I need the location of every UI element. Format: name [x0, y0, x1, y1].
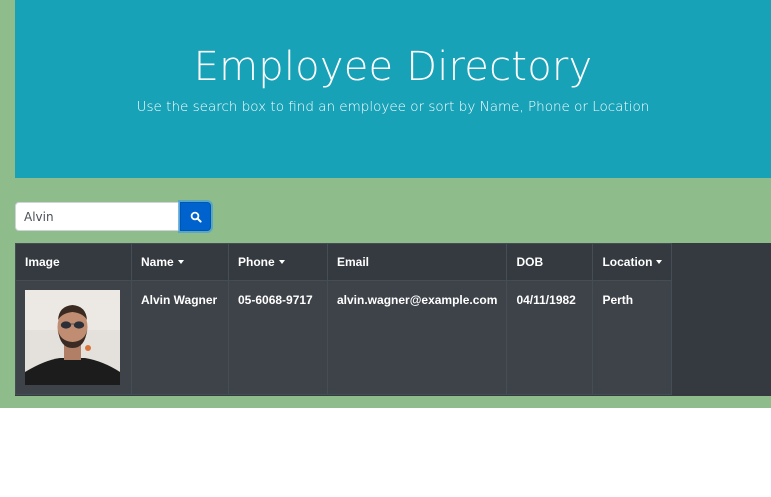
page-subtitle: Use the search box to find an employee o…: [136, 99, 650, 115]
employee-table-container: Image Name Phone Email DOB Location Alvi…: [15, 243, 771, 396]
column-header-label: Location: [602, 255, 653, 269]
header-banner: Employee Directory Use the search box to…: [15, 0, 771, 178]
sort-caret-icon: [656, 260, 663, 264]
search-icon: [190, 211, 202, 223]
employee-location-cell: Perth: [592, 280, 673, 395]
column-header-label: Name: [141, 255, 174, 269]
column-header-label: Image: [25, 255, 60, 269]
column-header-location[interactable]: Location: [592, 243, 673, 281]
column-header-name[interactable]: Name: [131, 243, 229, 281]
column-header-label: DOB: [516, 255, 544, 269]
column-header-label: Phone: [238, 255, 275, 269]
employee-dob-cell: 04/11/1982: [506, 280, 594, 395]
table-header-row: Image Name Phone Email DOB Location: [15, 243, 673, 281]
page-title: Employee Directory: [193, 44, 593, 90]
search-button[interactable]: [180, 202, 211, 231]
employee-name-cell: Alvin Wagner: [131, 280, 229, 395]
employee-photo: [25, 290, 120, 385]
employee-phone-cell: 05-6068-9717: [228, 280, 328, 395]
employee-table: Image Name Phone Email DOB Location Alvi…: [15, 243, 673, 395]
employee-email-cell: alvin.wagner@example.com: [326, 280, 508, 395]
column-header-label: Email: [337, 255, 370, 269]
column-header-email: Email: [326, 243, 508, 281]
sort-caret-icon: [177, 260, 184, 264]
sort-caret-icon: [278, 260, 285, 264]
column-header-dob: DOB: [506, 243, 594, 281]
column-header-image: Image: [15, 243, 132, 281]
table-row: Alvin Wagner 05-6068-9717 alvin.wagner@e…: [15, 280, 673, 395]
search-input[interactable]: [15, 202, 179, 231]
column-header-phone[interactable]: Phone: [228, 243, 328, 281]
employee-image-cell: [15, 280, 132, 395]
